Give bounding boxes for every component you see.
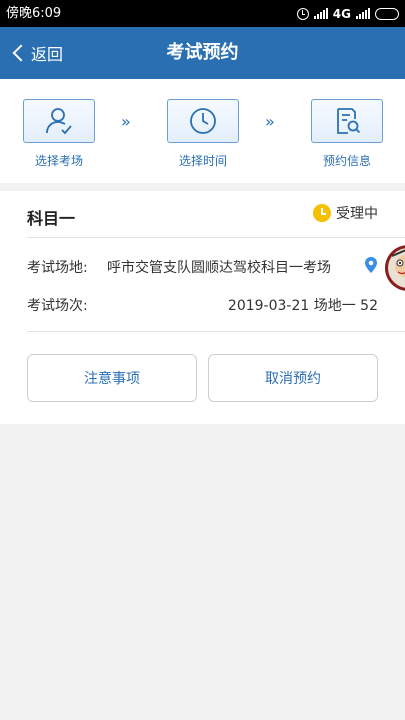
user-check-icon: [46, 108, 72, 135]
booking-steps: 选择考场 » 选择时间 » 预约信息: [0, 79, 405, 183]
status-bar: 傍晚6:09 4G: [0, 0, 405, 27]
wifi-signal-icon: [356, 8, 370, 19]
step-arrow-icon: »: [265, 112, 275, 131]
step-select-time[interactable]: 选择时间: [166, 99, 240, 169]
session-value: 2019-03-21 场地一 52: [227, 298, 378, 314]
alarm-icon: [296, 7, 309, 20]
nav-bar: 返回 考试预约: [0, 27, 405, 79]
status-text: 受理中: [336, 206, 378, 222]
venue-value: 呼市交管支队圆顺达驾校科目一考场: [107, 260, 331, 276]
page-title: 考试预约: [166, 42, 239, 63]
cancel-booking-button[interactable]: 取消预约: [208, 354, 378, 402]
signal-icon: [313, 8, 328, 19]
divider: [27, 331, 405, 332]
step-booking-info[interactable]: 预约信息: [310, 99, 384, 169]
notice-button[interactable]: 注意事项: [27, 354, 197, 402]
step-icon-box: [167, 99, 239, 143]
location-pin-icon[interactable]: [364, 256, 378, 274]
status-icons: 4G: [296, 5, 399, 22]
step-label: 预约信息: [322, 154, 371, 168]
document-search-icon: [337, 108, 361, 134]
step-icon-box: [23, 99, 95, 143]
status-badge: 受理中: [313, 203, 378, 223]
pending-clock-icon: [313, 204, 331, 222]
step-arrow-icon: »: [121, 112, 131, 131]
battery-icon: [375, 7, 399, 20]
status-time: 傍晚6:09: [6, 6, 62, 21]
exam-subject: 科目一: [27, 209, 76, 228]
network-type: 4G: [332, 6, 351, 21]
clock-icon: [190, 108, 216, 134]
mascot-float-icon[interactable]: [384, 238, 405, 298]
venue-label: 考试场地:: [27, 260, 88, 276]
step-select-venue[interactable]: 选择考场: [22, 99, 96, 169]
step-label: 选择时间: [178, 154, 227, 168]
divider: [27, 237, 405, 238]
step-icon-box: [311, 99, 383, 143]
step-label: 选择考场: [34, 154, 83, 168]
session-label: 考试场次:: [27, 298, 88, 314]
